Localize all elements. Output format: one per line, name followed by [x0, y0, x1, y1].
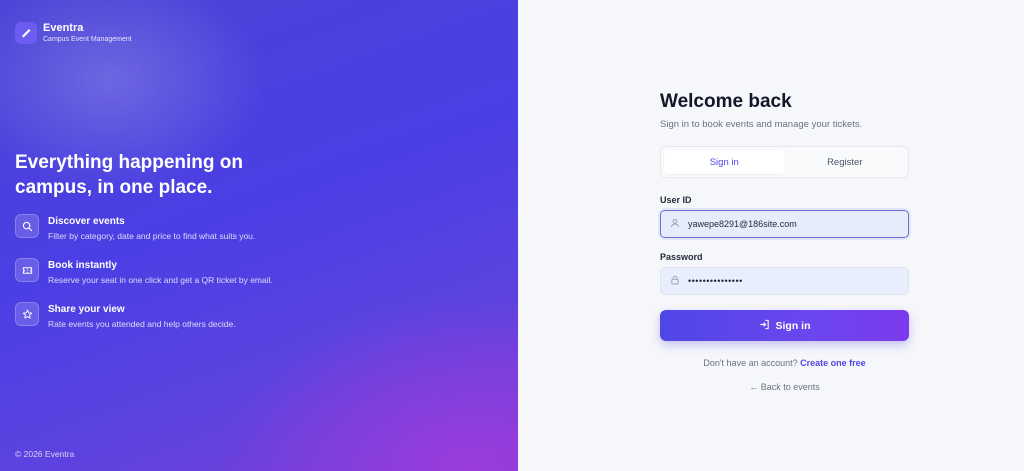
sign-in-form: Welcome back Sign in to book events and … — [660, 91, 909, 392]
form-title: Welcome back — [660, 91, 792, 112]
hero-headline: Everything happening on campus, in one p… — [15, 152, 244, 198]
user-icon — [670, 215, 680, 233]
tab-register[interactable]: Register — [785, 150, 906, 174]
create-account-link[interactable]: Create one free — [800, 358, 866, 368]
feature-title: Discover events — [48, 216, 125, 227]
user-id-label: User ID — [660, 195, 692, 205]
auth-tabs: Sign in Register — [660, 146, 909, 178]
feature-description: Rate events you attended and help others… — [48, 319, 236, 329]
sign-in-button-label: Sign in — [775, 319, 811, 332]
brand[interactable]: Eventra Campus Event Management — [15, 22, 132, 44]
copyright: © 2026 Eventra — [15, 449, 75, 459]
feature-description: Filter by category, date and price to fi… — [48, 231, 256, 241]
feature-list: Discover events Filter by category, date… — [15, 214, 273, 346]
feature-item: Book instantly Reserve your seat in one … — [15, 258, 273, 286]
brand-tagline: Campus Event Management — [43, 36, 132, 43]
brand-logo-icon — [15, 22, 37, 44]
ticket-icon — [15, 258, 39, 282]
back-to-events-link[interactable]: ← Back to events — [660, 382, 909, 392]
feature-description: Reserve your seat in one click and get a… — [48, 275, 273, 285]
user-id-input[interactable] — [688, 219, 888, 229]
feature-item: Share your view Rate events you attended… — [15, 302, 273, 330]
sign-in-button[interactable]: Sign in — [660, 310, 909, 341]
brand-name: Eventra — [43, 22, 84, 34]
tab-sign-in[interactable]: Sign in — [664, 150, 785, 174]
password-label: Password — [660, 252, 703, 262]
search-icon — [15, 214, 39, 238]
hero-panel: Eventra Campus Event Management Everythi… — [0, 0, 518, 471]
star-icon — [15, 302, 39, 326]
feature-item: Discover events Filter by category, date… — [15, 214, 273, 242]
auth-panel: Welcome back Sign in to book events and … — [518, 0, 1024, 471]
lock-icon — [670, 272, 680, 290]
password-input[interactable] — [688, 276, 888, 286]
no-account-text: Don't have an account? — [703, 358, 798, 368]
feature-title: Book instantly — [48, 260, 117, 271]
register-prompt: Don't have an account? Create one free — [660, 358, 909, 368]
password-field[interactable] — [660, 267, 909, 295]
feature-title: Share your view — [48, 304, 125, 315]
sign-in-icon — [759, 319, 770, 333]
user-id-field[interactable] — [660, 210, 909, 238]
form-subtitle: Sign in to book events and manage your t… — [660, 119, 863, 130]
